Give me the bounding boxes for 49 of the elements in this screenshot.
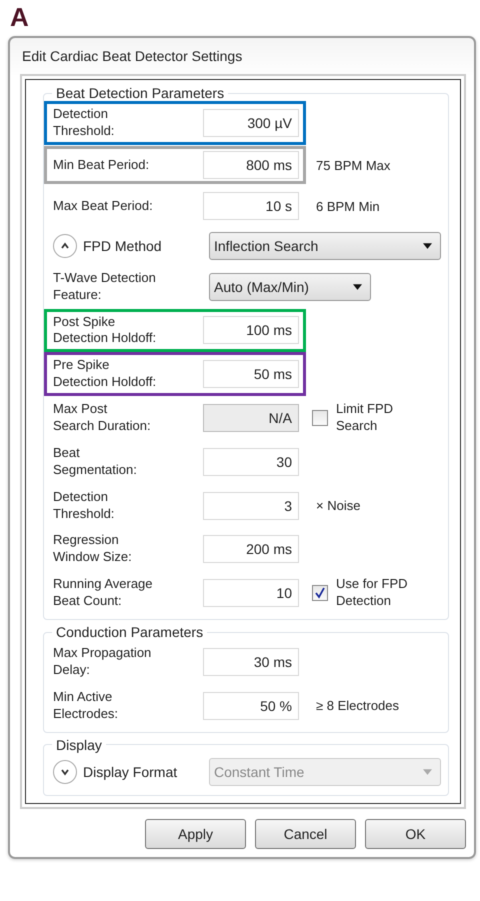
field-label: Max Propagation Delay:	[53, 645, 152, 679]
window-title: Edit Cardiac Beat Detector Settings	[21, 47, 244, 66]
group-title: Display	[55, 736, 103, 753]
input-field[interactable]: 300 µV	[203, 108, 299, 137]
field-label: Detection Threshold:	[53, 488, 116, 522]
dialog-button[interactable]: OK	[365, 818, 466, 849]
input-field[interactable]: 3	[203, 492, 299, 520]
checkbox-label: Limit FPD Search	[336, 401, 394, 435]
dropdown[interactable]: Inflection Search	[209, 232, 441, 260]
input-field[interactable]: 100 ms	[203, 316, 299, 344]
figure-label: A	[9, 2, 30, 34]
input-field[interactable]: 30	[203, 448, 299, 476]
field-label: Max Beat Period:	[53, 198, 154, 215]
input-field[interactable]: 200 ms	[203, 535, 299, 564]
field-label: Post Spike Detection Holdoff:	[53, 314, 158, 348]
input-field[interactable]: 50 ms	[203, 360, 299, 388]
field-label: Min Beat Period:	[53, 156, 150, 174]
dialog-button[interactable]: Apply	[145, 818, 246, 849]
field-label: Regression Window Size:	[53, 532, 133, 566]
group-title: Conduction Parameters	[55, 624, 204, 640]
field-label: Max Post Search Duration:	[53, 401, 152, 435]
input-field[interactable]: 50 %	[203, 692, 299, 720]
group-title: Beat Detection Parameters	[55, 85, 226, 101]
input-field[interactable]: 10	[203, 579, 299, 608]
field-label: Beat Segmentation:	[53, 444, 138, 479]
field-label: FPD Method	[83, 236, 163, 255]
field-label: Pre Spike Detection Holdoff:	[53, 357, 158, 392]
caret-icon	[423, 242, 432, 249]
unit-note: 6 BPM Min	[316, 198, 380, 214]
chevron-icon	[60, 240, 70, 251]
field-label: Display Format	[83, 762, 178, 781]
dropdown[interactable]: Auto (Max/Min)	[209, 272, 371, 301]
unit-note: ≥ 8 Electrodes	[316, 698, 400, 714]
field-label: T-Wave Detection Feature:	[53, 270, 157, 304]
caret-icon	[353, 284, 362, 290]
input-field[interactable]: 800 ms	[203, 151, 299, 180]
checkbox[interactable]	[312, 585, 328, 602]
dialog-button[interactable]: Cancel	[255, 818, 356, 849]
checkbox-label: Use for FPD Detection	[336, 576, 408, 610]
field-label: Running Average Beat Count:	[53, 576, 154, 610]
caret-icon	[423, 768, 432, 775]
expander-button[interactable]	[53, 234, 77, 258]
unit-note: 75 BPM Max	[316, 158, 390, 173]
input-field[interactable]: 10 s	[203, 192, 299, 220]
unit-note: × Noise	[316, 498, 360, 514]
input-field[interactable]: 30 ms	[203, 648, 299, 676]
field-label: Min Active Electrodes:	[53, 688, 120, 723]
field-label: Detection Threshold:	[53, 106, 116, 140]
chevron-icon	[60, 766, 70, 777]
